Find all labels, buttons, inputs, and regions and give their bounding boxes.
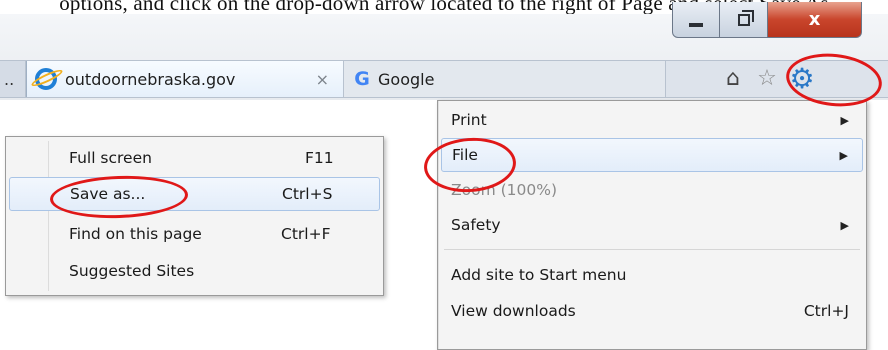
home-icon[interactable]: ⌂ [720, 60, 746, 96]
command-icons: ⌂ ☆ ⚙ [720, 60, 888, 96]
menu-item-view-downloads[interactable]: View downloads Ctrl+J [441, 294, 863, 328]
menu-item-shortcut: Ctrl+F [281, 225, 331, 243]
submenu-arrow-icon: ▶ [839, 148, 848, 162]
submenu-item-find-on-page[interactable]: Find on this page Ctrl+F [9, 217, 380, 251]
menu-item-label: Full screen [69, 149, 152, 167]
tab-close-icon[interactable]: × [316, 70, 329, 89]
minimize-icon [689, 22, 703, 27]
tab-overflow-label: .. [4, 69, 15, 89]
tab-overflow[interactable]: .. [0, 61, 26, 97]
tab-label: Google [378, 69, 435, 89]
menu-item-label: Print [451, 111, 487, 129]
menu-item-label: Suggested Sites [69, 262, 195, 280]
menu-item-label: View downloads [451, 302, 576, 320]
menu-separator [444, 249, 860, 250]
tab-outdoornebraska[interactable]: outdoornebraska.gov × [26, 61, 344, 97]
menu-item-safety[interactable]: Safety ▶ [441, 208, 863, 242]
google-g-icon: G [354, 68, 370, 90]
menu-item-file[interactable]: File ▶ [441, 138, 863, 172]
menu-item-label: Save as... [70, 185, 146, 203]
menu-item-zoom[interactable]: Zoom (100%) [441, 173, 863, 207]
minimize-button[interactable] [672, 2, 720, 38]
submenu-item-suggested-sites[interactable]: Suggested Sites [9, 254, 380, 288]
tab-label: outdoornebraska.gov [65, 69, 236, 89]
favorites-star-icon[interactable]: ☆ [754, 60, 780, 96]
gear-icon[interactable]: ⚙ [782, 60, 822, 96]
submenu-item-save-as[interactable]: Save as... Ctrl+S [9, 177, 380, 211]
window-controls: x [672, 2, 862, 38]
menu-item-label: Add site to Start menu [451, 266, 627, 284]
menu-item-shortcut: Ctrl+S [282, 185, 333, 203]
menu-item-label: File [452, 146, 478, 164]
file-submenu: Full screen F11 Save as... Ctrl+S Find o… [5, 136, 384, 296]
close-icon: x [808, 9, 821, 30]
menu-item-add-site-start[interactable]: Add site to Start menu [441, 258, 863, 292]
menu-item-print[interactable]: Print ▶ [441, 103, 863, 137]
submenu-item-full-screen[interactable]: Full screen F11 [9, 141, 380, 175]
menu-item-label: Safety [451, 216, 501, 234]
menu-item-shortcut: F11 [305, 149, 334, 167]
tools-menu: Print ▶ File ▶ Zoom (100%) Safety ▶ Add … [437, 100, 867, 350]
menu-item-shortcut: Ctrl+J [803, 302, 849, 320]
maximize-icon [737, 9, 754, 26]
submenu-arrow-icon: ▶ [840, 113, 849, 127]
ie-icon [35, 68, 57, 90]
maximize-button[interactable] [720, 2, 768, 38]
close-window-button[interactable]: x [768, 2, 862, 38]
menu-item-label: Find on this page [69, 225, 202, 243]
tab-google[interactable]: G Google [344, 61, 666, 97]
menu-item-label: Zoom (100%) [451, 181, 558, 199]
submenu-arrow-icon: ▶ [840, 218, 849, 232]
